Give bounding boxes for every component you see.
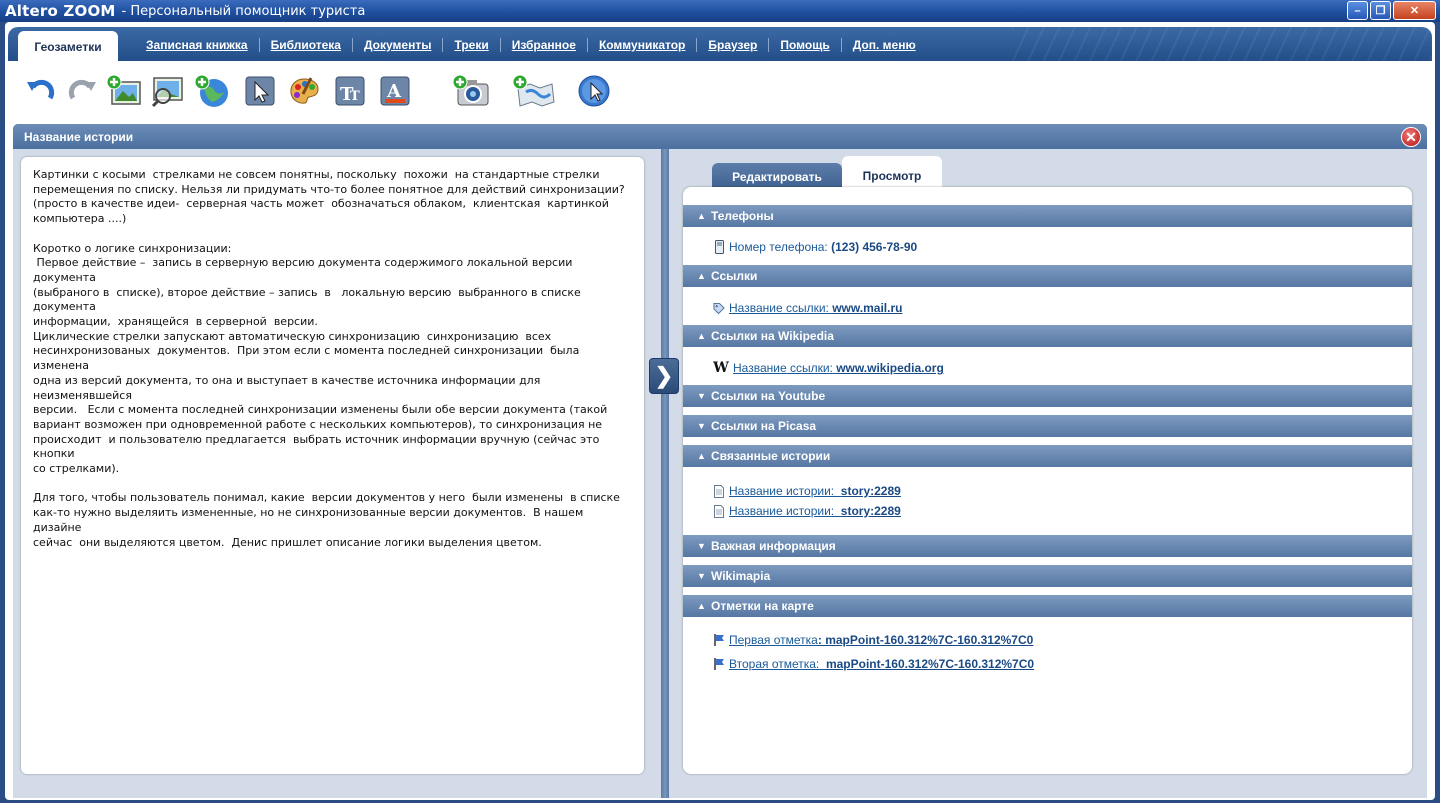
story-title: Название истории <box>24 129 134 144</box>
map-mark-row[interactable]: Первая отметка: mapPoint-160.312%7C-160.… <box>713 632 1033 648</box>
maximize-button[interactable]: ❐ <box>1370 1 1391 20</box>
section-header-related[interactable]: ▲ Связанные истории <box>683 445 1412 467</box>
story-paragraph: Для того, чтобы пользователь понимал, ка… <box>33 491 620 549</box>
story-panel: Название истории ✕ Картинки с косыми стр… <box>13 124 1427 798</box>
section-youtube: ▼ Ссылки на Youtube <box>683 385 1412 407</box>
chevron-up-icon: ▲ <box>697 601 706 611</box>
tab-view[interactable]: Просмотр <box>842 156 942 190</box>
map-mark-row[interactable]: Вторая отметка: mapPoint-160.312%7C-160.… <box>713 656 1034 672</box>
phone-row: Номер телефона: (123) 456-78-90 <box>713 239 917 255</box>
section-header-links[interactable]: ▲ Ссылки <box>683 265 1412 287</box>
document-icon <box>713 484 725 498</box>
chevron-down-icon: ▼ <box>697 571 706 581</box>
chevron-up-icon: ▲ <box>697 331 706 341</box>
toolbar: TT A <box>19 68 1419 120</box>
phone-label: Номер телефона: <box>729 240 828 254</box>
link-mail: Название ссылки: www.mail.ru <box>729 301 903 315</box>
svg-text:A: A <box>386 81 402 102</box>
flag-icon <box>713 657 725 671</box>
link-map-mark: Первая отметка: mapPoint-160.312%7C-160.… <box>729 633 1034 647</box>
nav-more-menu[interactable]: Доп. меню <box>840 38 927 52</box>
text-size-icon[interactable]: TT <box>333 74 367 108</box>
nav-tab-geonotes[interactable]: Геозаметки <box>18 31 118 63</box>
section-phones: ▲ Телефоны <box>683 205 1412 227</box>
document-icon <box>713 504 725 518</box>
chevron-down-icon: ▼ <box>697 421 706 431</box>
related-story-row[interactable]: Название истории: story:2289 <box>713 503 901 519</box>
section-header-phones[interactable]: ▲ Телефоны <box>683 205 1412 227</box>
chevron-up-icon: ▲ <box>697 211 706 221</box>
section-header-picasa[interactable]: ▼ Ссылки на Picasa <box>683 415 1412 437</box>
add-image-icon[interactable] <box>106 74 141 108</box>
section-related-stories: ▲ Связанные истории <box>683 445 1412 467</box>
app-logo: Altero ZOOM <box>5 2 116 20</box>
app-subtitle: - Персональный помощник туриста <box>121 3 366 19</box>
chevron-down-icon: ▼ <box>697 391 706 401</box>
section-important: ▼ Важная информация <box>683 535 1412 557</box>
nav-tracks[interactable]: Треки <box>442 38 499 52</box>
wikipedia-icon: W <box>713 360 729 376</box>
sync-arrow-button[interactable]: ❯ <box>649 358 679 394</box>
chevron-down-icon: ▼ <box>697 541 706 551</box>
globe-cursor-icon[interactable] <box>577 74 611 108</box>
phone-value: (123) 456-78-90 <box>831 240 918 254</box>
cursor-icon[interactable] <box>243 74 277 108</box>
link-related-story: Название истории: story:2289 <box>729 484 901 498</box>
section-header-wikipedia[interactable]: ▲ Ссылки на Wikipedia <box>683 325 1412 347</box>
section-wikimapia: ▼ Wikimapia <box>683 565 1412 587</box>
link-row[interactable]: Название ссылки: www.mail.ru <box>713 300 902 316</box>
link-wikipedia: Название ссылки: www.wikipedia.org <box>733 361 944 375</box>
section-header-wikimapia[interactable]: ▼ Wikimapia <box>683 565 1412 587</box>
nav-menu: Записная книжка Библиотека Документы Тре… <box>135 38 927 52</box>
nav-browser[interactable]: Браузер <box>696 38 768 52</box>
add-globe-icon[interactable] <box>194 74 228 108</box>
section-header-important[interactable]: ▼ Важная информация <box>683 535 1412 557</box>
flag-icon <box>713 633 725 647</box>
nav-notebook[interactable]: Записная книжка <box>135 38 259 52</box>
window-titlebar: Altero ZOOM - Персональный помощник тури… <box>0 0 1440 22</box>
wiki-row[interactable]: W Название ссылки: www.wikipedia.org <box>713 360 944 376</box>
tab-edit[interactable]: Редактировать <box>712 163 842 190</box>
section-map-marks: ▲ Отметки на карте <box>683 595 1412 617</box>
svg-text:T: T <box>350 89 360 104</box>
nav-communicator[interactable]: Коммуникатор <box>586 38 696 52</box>
minimize-button[interactable]: – <box>1347 1 1368 20</box>
related-story-row[interactable]: Название истории: story:2289 <box>713 483 901 499</box>
chevron-up-icon: ▲ <box>697 451 706 461</box>
nav-favorites[interactable]: Избранное <box>499 38 587 52</box>
nav-library[interactable]: Библиотека <box>258 38 352 52</box>
story-paragraph: Картинки с косыми стрелками не совсем по… <box>33 168 625 226</box>
story-text-area[interactable]: Картинки с косыми стрелками не совсем по… <box>21 157 644 774</box>
close-window-button[interactable]: ✕ <box>1393 1 1436 20</box>
story-body: Картинки с косыми стрелками не совсем по… <box>13 149 1427 798</box>
section-header-map-marks[interactable]: ▲ Отметки на карте <box>683 595 1412 617</box>
chevron-up-icon: ▲ <box>697 271 706 281</box>
add-camera-icon[interactable] <box>452 74 489 108</box>
section-picasa: ▼ Ссылки на Picasa <box>683 415 1412 437</box>
section-header-youtube[interactable]: ▼ Ссылки на Youtube <box>683 385 1412 407</box>
section-links: ▲ Ссылки <box>683 265 1412 287</box>
undo-icon[interactable] <box>24 74 58 108</box>
tag-icon <box>713 301 725 315</box>
palette-icon[interactable] <box>287 74 321 108</box>
panel-splitter[interactable] <box>661 149 669 798</box>
close-story-button[interactable]: ✕ <box>1401 127 1421 147</box>
image-search-icon[interactable] <box>150 74 184 108</box>
add-map-icon[interactable] <box>512 74 555 108</box>
text-color-icon[interactable]: A <box>378 74 412 108</box>
story-header: Название истории ✕ <box>13 124 1427 149</box>
section-wikipedia: ▲ Ссылки на Wikipedia <box>683 325 1412 347</box>
nav-help[interactable]: Помощь <box>768 38 840 52</box>
story-paragraph: Коротко о логике синхронизации: Первое д… <box>33 241 608 476</box>
story-preview: ▲ Телефоны Номер телефона: (123) 456-78-9… <box>683 187 1412 774</box>
link-related-story: Название истории: story:2289 <box>729 504 901 518</box>
redo-icon[interactable] <box>65 74 99 108</box>
nav-documents[interactable]: Документы <box>351 38 442 52</box>
phone-icon <box>713 240 725 254</box>
link-map-mark: Вторая отметка: mapPoint-160.312%7C-160.… <box>729 657 1035 671</box>
window-controls: – ❐ ✕ <box>1347 1 1436 20</box>
